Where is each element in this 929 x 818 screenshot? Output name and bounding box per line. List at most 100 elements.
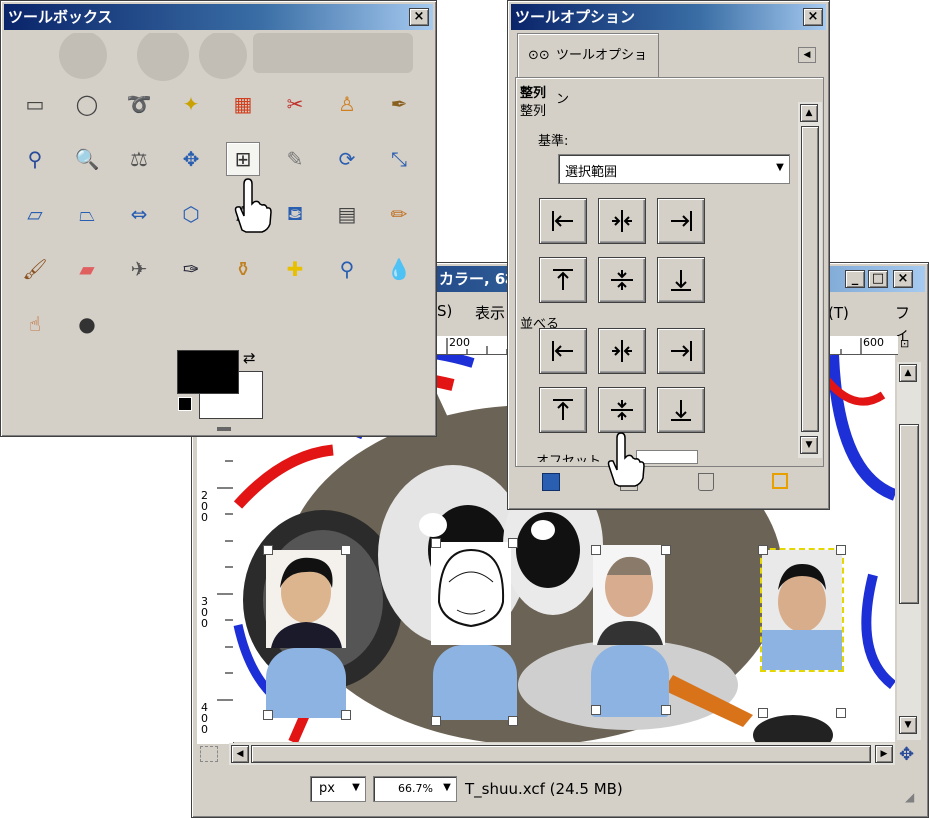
layer-person-4-selected[interactable]: [760, 548, 844, 672]
perspective-icon[interactable]: ⏢: [70, 197, 104, 231]
selection-handle[interactable]: [591, 545, 601, 555]
selection-handle[interactable]: [661, 705, 671, 715]
quick-mask-toggle-icon[interactable]: [200, 746, 218, 762]
foreground-color-swatch[interactable]: [177, 350, 239, 394]
perspective-clone-icon[interactable]: ⚲: [330, 252, 364, 286]
selection-handle[interactable]: [431, 716, 441, 726]
options-scrollbar[interactable]: ▲ ▼: [798, 102, 822, 458]
distribute-align-center-h-button[interactable]: [598, 328, 646, 374]
reference-select[interactable]: 選択範囲 ▼: [558, 154, 790, 184]
zoom-toggle-icon[interactable]: ⊡: [900, 337, 909, 350]
minimize-button[interactable]: _: [845, 270, 865, 288]
flip-icon[interactable]: ⇔: [122, 197, 156, 231]
selection-handle[interactable]: [508, 538, 518, 548]
selection-handle[interactable]: [263, 545, 273, 555]
delete-options-icon[interactable]: [698, 473, 714, 491]
distribute-align-right-edge-button[interactable]: [657, 328, 705, 374]
blur-icon[interactable]: 💧: [382, 252, 416, 286]
scroll-right-button[interactable]: ▶: [875, 745, 893, 763]
scissors-select-icon[interactable]: ✂: [278, 87, 312, 121]
offset-spinner[interactable]: [636, 450, 698, 464]
unit-select[interactable]: px ▼: [310, 776, 366, 802]
save-options-icon[interactable]: [542, 473, 560, 491]
rotate-icon[interactable]: ⟳: [330, 142, 364, 176]
distribute-align-top-edge-button[interactable]: [539, 387, 587, 433]
align-center-h-button[interactable]: [598, 198, 646, 244]
layer-body-4[interactable]: [762, 630, 842, 670]
selection-handle[interactable]: [341, 710, 351, 720]
selection-handle[interactable]: [508, 716, 518, 726]
ink-icon[interactable]: ✑: [174, 252, 208, 286]
align-bottom-edge-button[interactable]: [657, 257, 705, 303]
align-right-edge-button[interactable]: [657, 198, 705, 244]
selection-handle[interactable]: [263, 710, 273, 720]
layer-body-2[interactable]: [433, 645, 517, 720]
reset-options-icon[interactable]: [772, 473, 788, 489]
resize-grip-icon[interactable]: ◢: [905, 790, 914, 804]
move-icon[interactable]: ✥: [174, 142, 208, 176]
layer-person-3[interactable]: [593, 545, 665, 645]
blend-icon[interactable]: ▤: [330, 197, 364, 231]
selection-handle[interactable]: [431, 538, 441, 548]
scale-icon[interactable]: ⤡: [382, 142, 416, 176]
color-picker-icon[interactable]: ⚲: [18, 142, 52, 176]
navigate-icon[interactable]: ✥: [899, 744, 914, 765]
vertical-scrollbar[interactable]: ▲ ▼: [897, 362, 921, 740]
eraser-icon[interactable]: ▰: [70, 252, 104, 286]
scrollbar-thumb[interactable]: [899, 424, 919, 604]
dodge-burn-icon[interactable]: ●: [70, 307, 104, 341]
toolbox-titlebar[interactable]: ツールボックス ×: [4, 4, 433, 30]
resize-grip-icon[interactable]: [217, 427, 231, 431]
selection-handle[interactable]: [591, 705, 601, 715]
selection-handle[interactable]: [836, 708, 846, 718]
shear-icon[interactable]: ▱: [18, 197, 52, 231]
align-top-edge-button[interactable]: [539, 257, 587, 303]
zoom-select[interactable]: 66.7% ▼: [373, 776, 457, 802]
color-select-icon[interactable]: ▦: [226, 87, 260, 121]
selection-handle[interactable]: [661, 545, 671, 555]
ellipse-select-icon[interactable]: ◯: [70, 87, 104, 121]
distribute-align-left-edge-button[interactable]: [539, 328, 587, 374]
distribute-align-middle-v-button[interactable]: [598, 387, 646, 433]
scroll-down-button[interactable]: ▼: [899, 716, 917, 734]
scroll-up-button[interactable]: ▲: [899, 364, 917, 382]
clone-icon[interactable]: ⚱: [226, 252, 260, 286]
default-colors-icon[interactable]: [178, 397, 192, 411]
align-middle-v-button[interactable]: [598, 257, 646, 303]
selection-handle[interactable]: [758, 545, 768, 555]
toolbox-close-button[interactable]: ×: [409, 8, 429, 26]
layer-body-1[interactable]: [266, 648, 346, 718]
layer-body-3[interactable]: [591, 645, 669, 717]
free-select-icon[interactable]: ➰: [122, 87, 156, 121]
cage-icon[interactable]: ⬡: [174, 197, 208, 231]
tab-tool-options[interactable]: ⊙⊙ ツールオプション: [517, 33, 659, 107]
paintbrush-icon[interactable]: 🖌: [18, 252, 52, 286]
heal-icon[interactable]: ✚: [278, 252, 312, 286]
scroll-left-button[interactable]: ◀: [231, 745, 249, 763]
fuzzy-select-icon[interactable]: ✦: [174, 87, 208, 121]
paths-icon[interactable]: ✒: [382, 87, 416, 121]
bucket-fill-icon[interactable]: ⛾: [278, 197, 312, 231]
options-scroll-thumb[interactable]: [801, 126, 819, 432]
hscrollbar-thumb[interactable]: [251, 745, 871, 763]
zoom-icon[interactable]: 🔍: [70, 142, 104, 176]
selection-handle[interactable]: [836, 545, 846, 555]
foreground-select-icon[interactable]: ♙: [330, 87, 364, 121]
menu-item-view[interactable]: 表示: [475, 302, 505, 323]
maximize-button[interactable]: □: [868, 270, 888, 288]
align-icon[interactable]: ⊞: [226, 142, 260, 176]
align-left-edge-button[interactable]: [539, 198, 587, 244]
tool-options-close-button[interactable]: ×: [803, 8, 823, 26]
tab-menu-icon[interactable]: ◀: [798, 47, 816, 63]
airbrush-icon[interactable]: ✈: [122, 252, 156, 286]
horizontal-scrollbar[interactable]: ◀ ▶: [229, 743, 895, 765]
layer-person-2[interactable]: [431, 542, 511, 645]
rect-select-icon[interactable]: ▭: [18, 87, 52, 121]
layer-person-1[interactable]: [266, 550, 346, 648]
crop-icon[interactable]: ✎: [278, 142, 312, 176]
close-button[interactable]: ×: [893, 270, 913, 288]
selection-handle[interactable]: [341, 545, 351, 555]
swap-colors-icon[interactable]: ⇄: [243, 349, 256, 367]
pencil-icon[interactable]: ✏: [382, 197, 416, 231]
distribute-align-bottom-edge-button[interactable]: [657, 387, 705, 433]
